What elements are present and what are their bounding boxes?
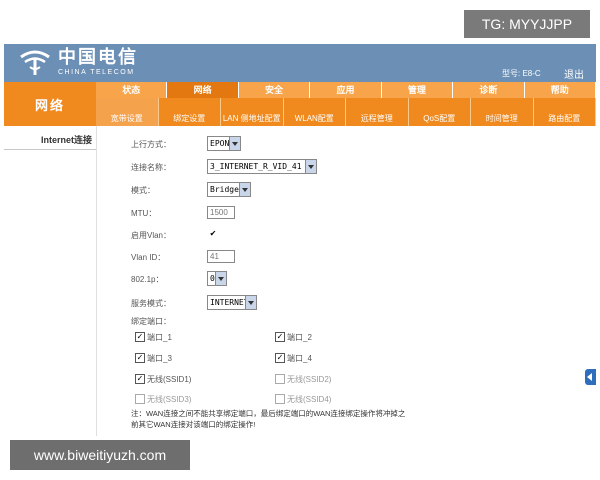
mode-value: Bridge (210, 185, 239, 194)
logout-link[interactable]: 退出 (564, 66, 584, 81)
service-mode-select[interactable]: INTERNET (207, 295, 257, 310)
header-bar: 中国电信 CHINA TELECOM 型号: E8-C 退出 (4, 44, 596, 82)
subnav-wlan[interactable]: WLAN配置 (284, 98, 346, 126)
ssid4-checkbox[interactable] (275, 394, 285, 404)
vlan-id-input[interactable]: 41 (207, 250, 235, 263)
device-model: 型号: E8-C (502, 69, 541, 78)
nav-tab-manage[interactable]: 管理 (382, 82, 454, 98)
main-nav: 状态 网络 安全 应用 管理 诊断 帮助 (96, 82, 596, 98)
conn-name-label: 连接名称： (131, 163, 171, 172)
vlan-enable-label: 启用Vlan： (131, 231, 172, 240)
mtu-label: MTU： (131, 209, 157, 218)
chevron-down-icon (245, 296, 256, 309)
chevron-down-icon (229, 137, 240, 150)
chevron-down-icon (239, 183, 250, 196)
subnav-binding[interactable]: 绑定设置 (159, 98, 221, 126)
wan-config-form: 上行方式： EPON 连接名称： 3_INTERNET_R_VID_41 模式：… (97, 126, 596, 436)
mtu-input[interactable]: 1500 (207, 206, 235, 219)
vlan-enable-checkbox[interactable]: ✔ (209, 230, 217, 238)
ssid4-label: 无线(SSID4) (287, 395, 332, 404)
service-mode-value: INTERNET (210, 298, 249, 307)
uplink-label: 上行方式： (131, 140, 171, 149)
chevron-down-icon (305, 160, 316, 173)
port-1-label: 端口_1 (147, 333, 172, 342)
ssid2-label: 无线(SSID2) (287, 375, 332, 384)
nav-tab-apps[interactable]: 应用 (310, 82, 382, 98)
service-mode-label: 服务模式： (131, 299, 171, 308)
mode-label: 模式： (131, 186, 155, 195)
port-4-label: 端口_4 (287, 354, 312, 363)
nav-tab-status[interactable]: 状态 (96, 82, 168, 98)
mode-select[interactable]: Bridge (207, 182, 251, 197)
chevron-down-icon (215, 272, 226, 285)
nav-tab-diagnose[interactable]: 诊断 (453, 82, 525, 98)
port-2-checkbox[interactable]: ✓ (275, 332, 285, 342)
subnav-qos[interactable]: QoS配置 (409, 98, 471, 126)
brand-name-cn: 中国电信 (58, 47, 138, 68)
ssid3-checkbox[interactable] (135, 394, 145, 404)
dot1p-label: 802.1p： (131, 275, 164, 284)
uplink-select[interactable]: EPON (207, 136, 241, 151)
port-4-checkbox[interactable]: ✓ (275, 353, 285, 363)
side-share-tab-icon[interactable] (585, 369, 596, 385)
router-admin-page: 中国电信 CHINA TELECOM 型号: E8-C 退出 网络 状态 网络 … (4, 44, 596, 436)
uplink-value: EPON (210, 139, 230, 148)
watermark: www.biweitiyuzh.com (10, 440, 190, 470)
binding-note: 注：WAN连接之间不能共享绑定端口，最后绑定端口的WAN连接绑定操作将冲掉之 前… (131, 408, 431, 430)
brand-name-en: CHINA TELECOM (58, 69, 135, 76)
port-1-checkbox[interactable]: ✓ (135, 332, 145, 342)
note-line-1: 注：WAN连接之间不能共享绑定端口，最后绑定端口的WAN连接绑定操作将冲掉之 (131, 409, 406, 418)
section-title: 网络 (4, 82, 96, 126)
bind-ports-label: 绑定端口： (131, 317, 171, 326)
ssid3-label: 无线(SSID3) (147, 395, 192, 404)
vlan-id-label: Vlan ID： (131, 253, 166, 262)
subnav-lan[interactable]: LAN 侧地址配置 (221, 98, 284, 126)
sidebar-item-internet[interactable]: Internet连接 (4, 132, 96, 150)
overlay-tag: TG: MYYJJPP (464, 10, 590, 38)
nav-tab-network[interactable]: 网络 (167, 82, 239, 98)
nav-tab-security[interactable]: 安全 (239, 82, 311, 98)
dot1p-select[interactable]: 0 (207, 271, 227, 286)
note-line-2: 前其它WAN连接对该端口的绑定操作! (131, 420, 256, 429)
conn-name-value: 3_INTERNET_R_VID_41 (210, 162, 302, 171)
china-telecom-logo: 中国电信 CHINA TELECOM (18, 48, 138, 77)
conn-name-select[interactable]: 3_INTERNET_R_VID_41 (207, 159, 317, 174)
subnav-broadband[interactable]: 宽带设置 (96, 98, 159, 126)
ssid2-checkbox[interactable] (275, 374, 285, 384)
port-3-label: 端口_3 (147, 354, 172, 363)
ssid1-label: 无线(SSID1) (147, 375, 192, 384)
subnav-routing[interactable]: 路由配置 (534, 98, 596, 126)
subnav-time[interactable]: 时间管理 (471, 98, 534, 126)
subnav-remote[interactable]: 远程管理 (346, 98, 409, 126)
port-3-checkbox[interactable]: ✓ (135, 353, 145, 363)
sidebar: Internet连接 (4, 126, 96, 436)
ssid1-checkbox[interactable]: ✓ (135, 374, 145, 384)
sub-nav: 宽带设置 绑定设置 LAN 侧地址配置 WLAN配置 远程管理 QoS配置 时间… (96, 98, 596, 126)
china-telecom-logo-icon (20, 50, 50, 75)
port-2-label: 端口_2 (287, 333, 312, 342)
nav-tab-help[interactable]: 帮助 (525, 82, 596, 98)
